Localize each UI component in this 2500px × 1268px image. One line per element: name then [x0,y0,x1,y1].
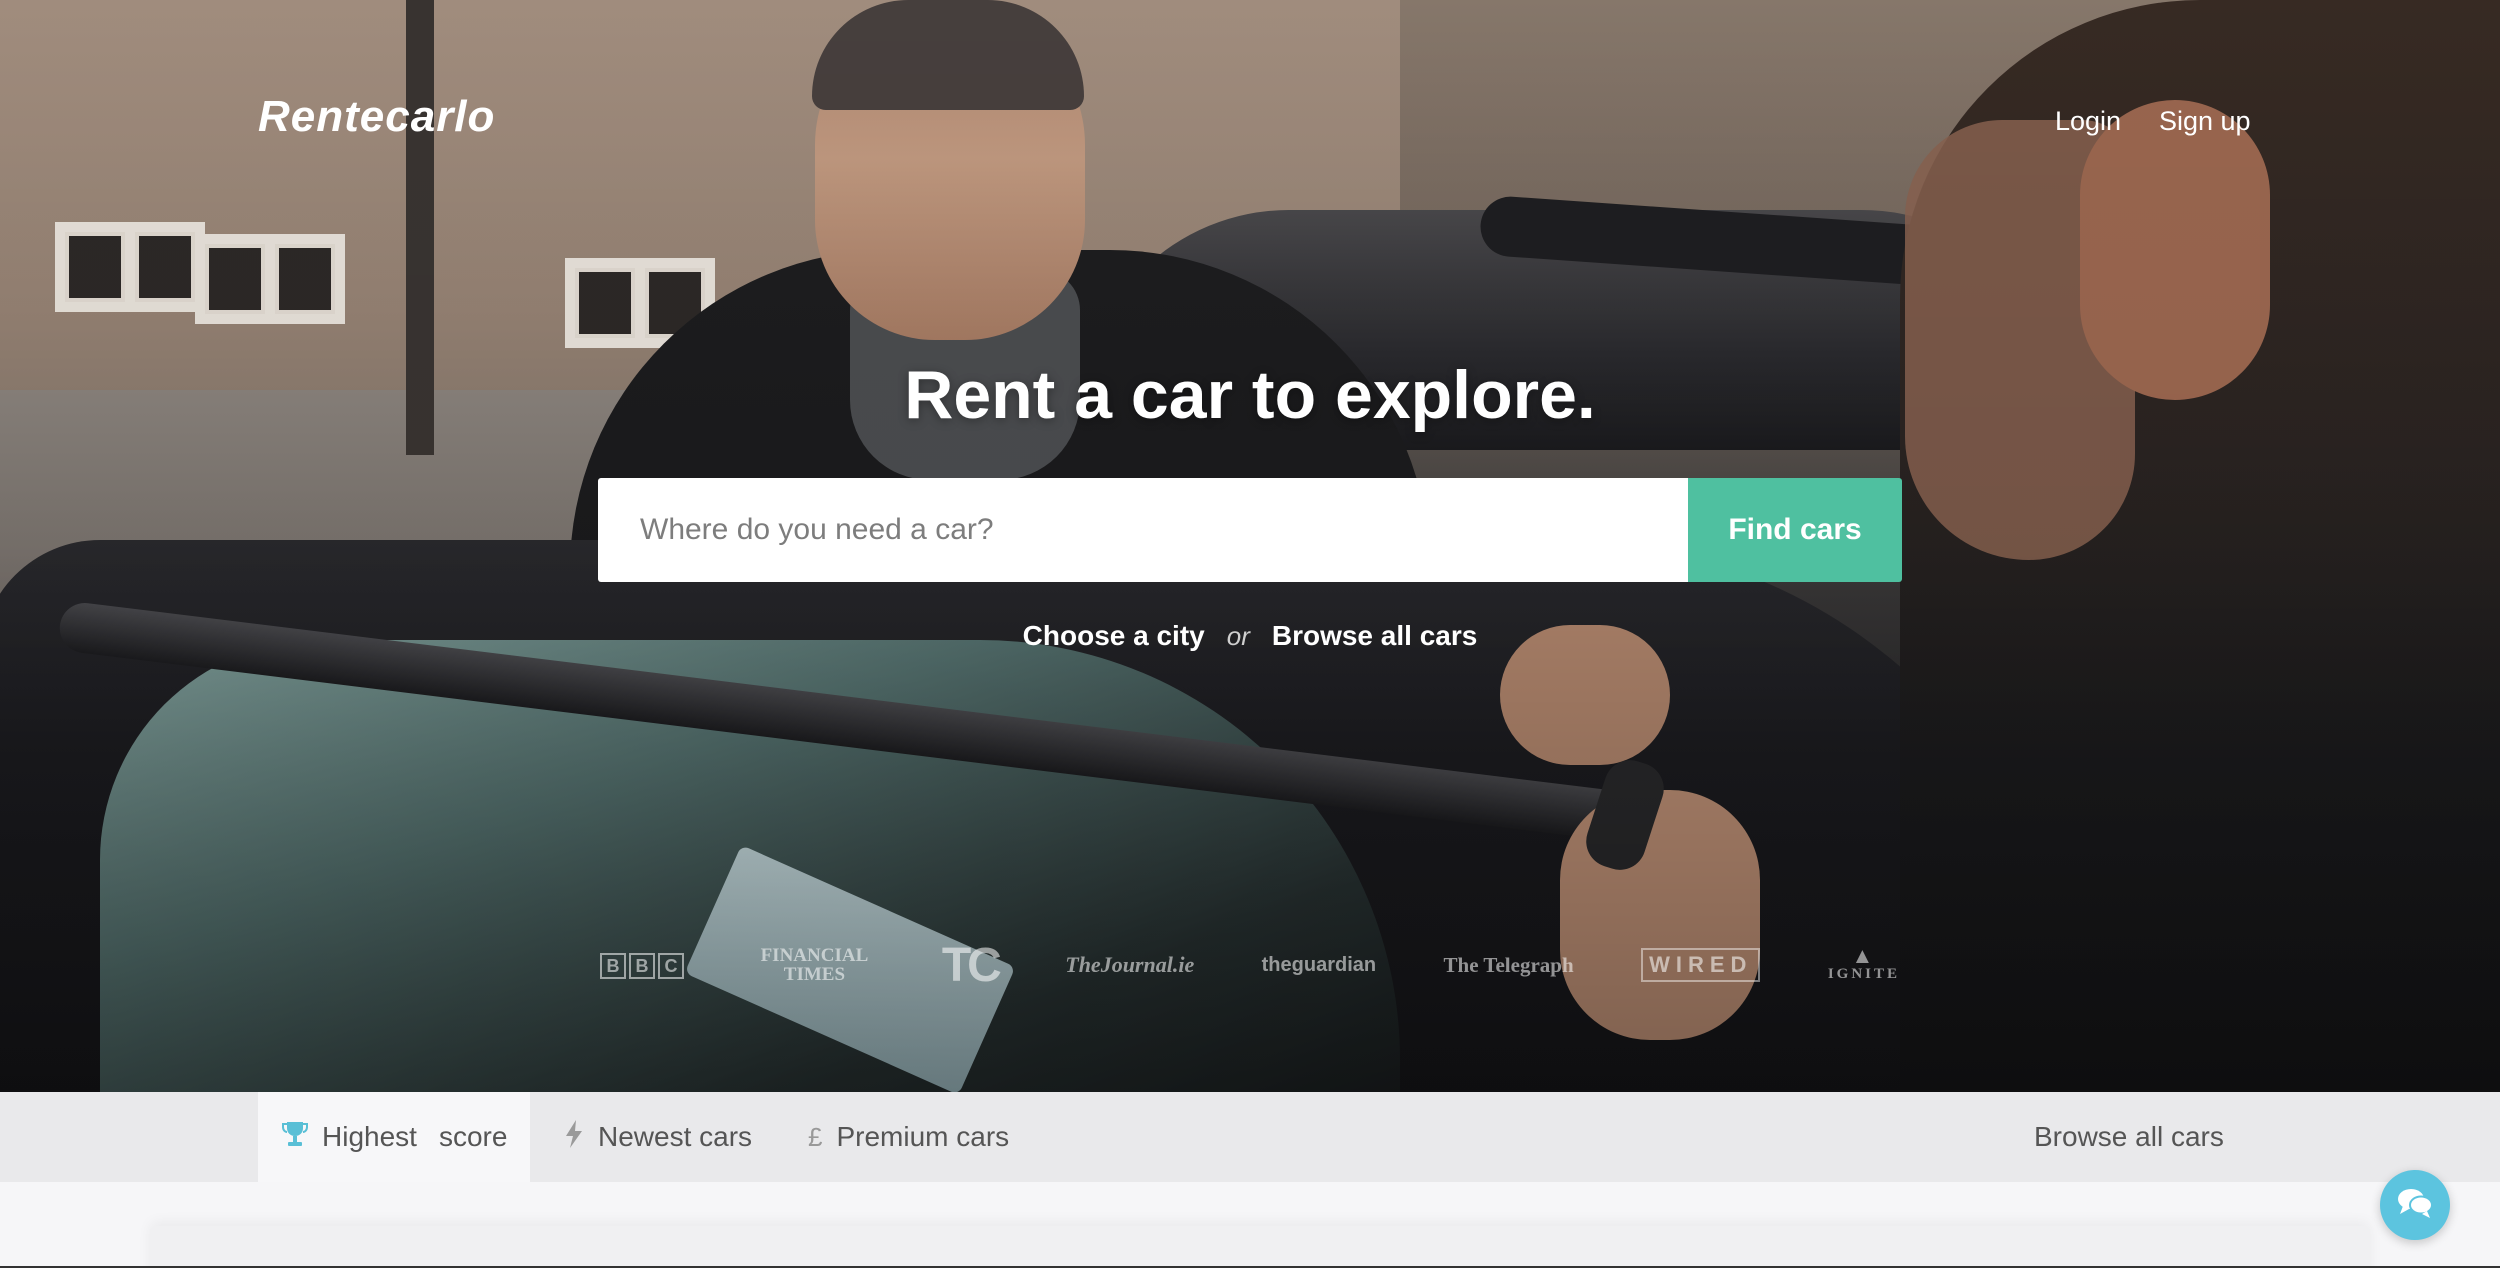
browse-all-cars-tab[interactable]: Browse all cars [2010,1092,2248,1182]
page: Rentecarlo Login Sign up Rent a car to e… [0,0,2500,1268]
lightning-icon [564,1119,584,1156]
tab-premium-cars[interactable]: £ Premium cars [784,1092,1033,1182]
pound-icon: £ [808,1121,823,1152]
ignite-flame-icon: ▲ [1851,943,1877,968]
press-logo-wired: WIRED [1641,948,1761,982]
tab-label: Highest [322,1121,417,1152]
press-logos: BBC FINANCIAL TIMES TC TheJournal.ie the… [600,938,1900,992]
login-link[interactable]: Login [2055,106,2121,137]
find-cars-button[interactable]: Find cars [1688,478,1902,582]
hero-sub-links: Choose a city or Browse all cars [0,620,2500,652]
hero-section: Rentecarlo Login Sign up Rent a car to e… [0,0,2500,1092]
press-logo-financial-times: FINANCIAL TIMES [760,945,869,985]
press-logo-guardian: theguardian [1261,953,1377,976]
tab-newest-cars[interactable]: Newest cars [540,1092,776,1182]
hero-headline: Rent a car to explore. [904,357,1596,433]
chat-button[interactable] [2380,1170,2450,1240]
result-card-top [150,1226,2370,1268]
signup-link[interactable]: Sign up [2159,106,2251,137]
tab-label-extra: score [438,1121,508,1152]
chat-icon [2395,1185,2435,1226]
press-logo-techcrunch: TC [941,938,1002,992]
press-logo-bbc: BBC [600,952,687,979]
results-area [0,1182,2500,1268]
tab-highest-score[interactable]: Highest score [258,1092,530,1182]
choose-city-link[interactable]: Choose a city [1023,620,1205,651]
press-logo-telegraph: The Telegraph [1443,952,1574,977]
or-separator: or [1226,621,1250,651]
tab-label: Premium cars [836,1121,1010,1152]
sort-tab-bar: Highest score Newest cars £ Premium cars… [0,1092,2500,1182]
press-logo-thejournal: TheJournal.ie [1065,952,1195,977]
browse-all-cars-link[interactable]: Browse all cars [1272,620,1477,651]
logo[interactable]: Rentecarlo [258,92,495,142]
tab-label: Newest cars [598,1121,753,1152]
press-logo-ignite: ▲ IGNITE [1827,943,1900,983]
trophy-icon [282,1120,308,1155]
location-search-input[interactable] [598,478,1688,582]
